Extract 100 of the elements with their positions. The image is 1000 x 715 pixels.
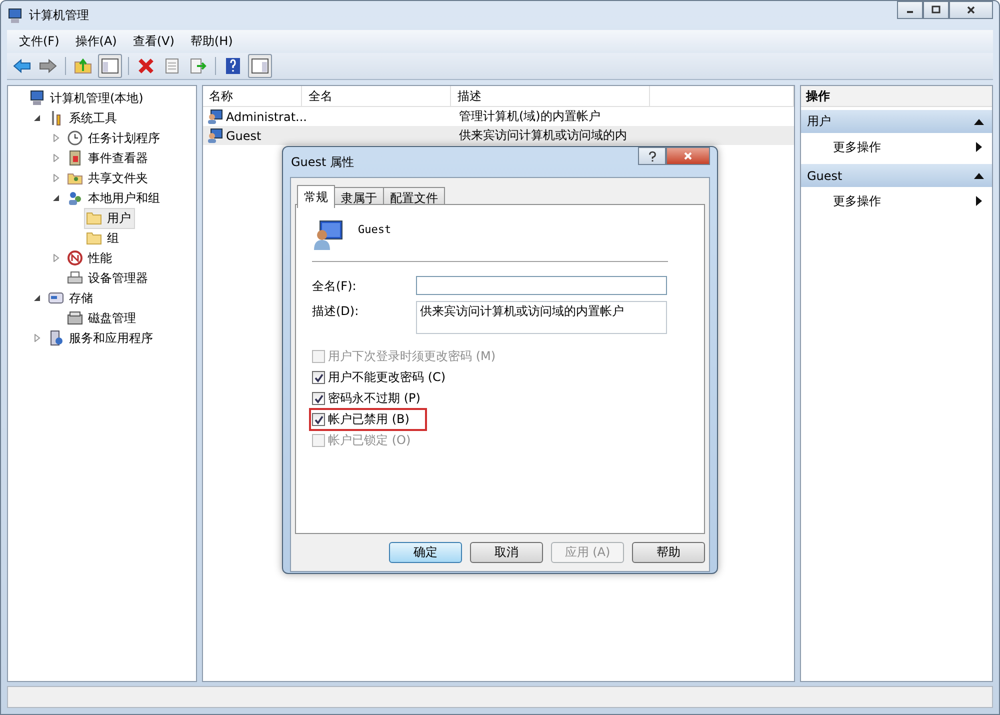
checkbox-label: 用户下次登录时须更改密码 (M) [328,348,496,365]
user-icon [207,128,223,144]
user-name: Guest [226,128,262,142]
submenu-arrow-icon [976,142,982,152]
tree-item-label: 任务计划程序 [88,130,160,146]
menu-item[interactable]: 查看(V) [124,33,182,50]
printer-icon [67,270,83,286]
tree-item[interactable]: 组 [84,228,123,248]
checkbox-label: 帐户已禁用 (B) [328,411,410,428]
full-name-field[interactable] [416,276,667,295]
full-name-label: 全名(F): [312,278,358,295]
collapsed-arrow-icon[interactable] [52,154,60,162]
tree-item-label: 事件查看器 [88,150,148,166]
tree-item-label: 磁盘管理 [88,310,136,326]
menu-item[interactable]: 操作(A) [67,33,125,50]
dialog-button[interactable]: 取消 [470,542,543,563]
storage-icon [48,290,64,306]
collapsed-arrow-icon[interactable] [52,174,60,182]
account-name: Guest [358,222,392,236]
menu-item[interactable]: 帮助(H) [182,33,241,50]
folder-icon [86,210,102,226]
dialog-button[interactable]: 帮助 [632,542,705,563]
close-button[interactable] [666,147,710,165]
tree-item-label: 用户 [107,210,131,226]
maximize-icon [931,5,941,15]
checkbox[interactable] [312,371,325,384]
actions-section-header[interactable]: Guest [801,164,992,187]
dialog-title: Guest 属性 [291,154,354,170]
expanded-arrow-icon[interactable] [33,114,41,122]
checkbox[interactable] [312,392,325,405]
computer-icon [7,8,23,24]
help-button[interactable] [638,147,666,165]
more-actions-item[interactable]: 更多操作 [801,133,992,161]
tree-item[interactable]: 任务计划程序 [65,128,164,148]
tree-item-label: 系统工具 [69,110,117,126]
tab[interactable]: 配置文件 [383,187,445,205]
tree-item-label: 性能 [88,250,112,266]
tree-item[interactable]: 本地用户和组 [65,188,164,208]
tab[interactable]: 常规 [297,185,335,208]
tree-item-label: 设备管理器 [88,270,148,286]
tree-item[interactable]: 计算机管理(本地) [27,88,148,108]
tree-item[interactable]: 磁盘管理 [65,308,140,328]
checkbox-label: 密码永不过期 (P) [328,390,420,407]
submenu-arrow-icon [976,196,982,206]
expanded-arrow-icon[interactable] [52,194,60,202]
collapse-caret-icon[interactable] [974,172,984,178]
gauge-icon [67,250,83,266]
close-icon [683,151,693,161]
tree-item-label: 存储 [69,290,93,306]
disk-icon [67,310,83,326]
window-title: 计算机管理 [29,7,89,24]
tree-item[interactable]: 服务和应用程序 [46,328,157,348]
description-label: 描述(D): [312,303,360,320]
clock-icon [67,130,83,146]
checkbox-label: 用户不能更改密码 (C) [328,369,446,386]
computer-icon [29,90,45,106]
user-row[interactable]: Guest 供来宾访问计算机或访问域的内 [203,126,794,145]
server-icon [48,330,64,346]
tab[interactable]: 隶属于 [334,187,384,205]
collapsed-arrow-icon[interactable] [33,334,41,342]
tree-item-label: 组 [107,230,119,246]
user-row[interactable]: Administrat... 管理计算机(域)的内置帐户 [203,107,794,126]
minimize-button[interactable] [897,1,923,19]
menu-item[interactable]: 文件(F) [11,33,68,50]
checkbox[interactable] [312,413,325,426]
actions-section-header[interactable]: 用户 [801,110,992,133]
collapsed-arrow-icon[interactable] [52,134,60,142]
more-actions-item[interactable]: 更多操作 [801,187,992,215]
column-header[interactable]: 名称 [203,86,302,106]
column-header[interactable]: 全名 [302,86,452,106]
collapsed-arrow-icon[interactable] [52,254,60,262]
close-button[interactable] [949,1,993,19]
user-description: 供来宾访问计算机或访问域的内 [458,127,627,144]
user-description: 管理计算机(域)的内置帐户 [458,108,600,125]
tree-item-label: 服务和应用程序 [69,330,153,346]
help-icon [648,150,656,162]
book-icon [67,150,83,166]
actions-title: 操作 [801,86,992,107]
user-icon [207,108,223,124]
tree-item[interactable]: 性能 [65,248,116,268]
tree-item[interactable]: 系统工具 [46,108,121,128]
console-tree-icon[interactable] [98,54,122,78]
action-pane-icon[interactable] [248,54,272,78]
tree-item[interactable]: 设备管理器 [65,268,152,288]
description-field[interactable]: 供来宾访问计算机或访问域的内置帐户 [416,301,667,334]
tree-item[interactable]: 共享文件夹 [65,168,152,188]
tree-item-label: 本地用户和组 [88,190,160,206]
user-icon [312,219,344,251]
tree-item-label: 计算机管理(本地) [50,90,144,106]
user-name: Administrat... [226,110,307,124]
expanded-arrow-icon[interactable] [33,294,41,302]
tree-item-label: 共享文件夹 [88,170,148,186]
maximize-button[interactable] [923,1,949,19]
column-header[interactable]: 描述 [451,86,650,106]
tree-item[interactable]: 事件查看器 [65,148,152,168]
collapse-caret-icon[interactable] [974,118,984,124]
tree-item[interactable]: 用户 [84,208,135,228]
tree-item[interactable]: 存储 [46,288,97,308]
checkbox-label: 帐户已锁定 (O) [328,432,411,449]
ok-button[interactable]: 确定 [389,542,462,563]
